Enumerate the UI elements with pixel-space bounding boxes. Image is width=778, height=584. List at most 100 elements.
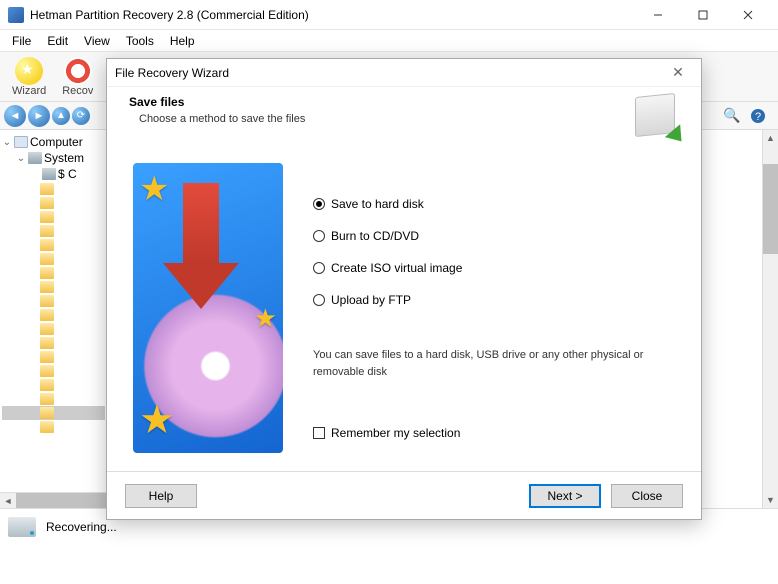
option-label: Create ISO virtual image	[331, 261, 462, 275]
wizard-options: Save to hard disk Burn to CD/DVD Create …	[313, 163, 681, 461]
tree-node-folder[interactable]	[2, 252, 105, 266]
toolbar-recover-button[interactable]: Recov	[54, 55, 101, 99]
scroll-up-arrow[interactable]: ▲	[763, 130, 778, 146]
wizard-titlebar: File Recovery Wizard ✕	[107, 59, 701, 87]
folder-tree: ⌄ Computer ⌄ System $ C	[0, 130, 108, 508]
tree-node-folder[interactable]	[2, 308, 105, 322]
tree-node-folder[interactable]	[2, 280, 105, 294]
tree-node-computer[interactable]: ⌄ Computer	[2, 134, 105, 150]
remember-label: Remember my selection	[331, 426, 460, 440]
option-burn-cd-dvd[interactable]: Burn to CD/DVD	[313, 229, 681, 243]
tree-node-drive-c[interactable]: $ C	[2, 166, 105, 182]
scroll-left-arrow[interactable]: ◄	[0, 493, 16, 508]
menubar: File Edit View Tools Help	[0, 30, 778, 52]
menu-file[interactable]: File	[4, 32, 39, 50]
radio-icon	[313, 198, 325, 210]
file-recovery-wizard-dialog: File Recovery Wizard ✕ Save files Choose…	[106, 58, 702, 520]
download-arrow-icon	[183, 183, 239, 309]
tree-node-system[interactable]: ⌄ System	[2, 150, 105, 166]
app-icon	[8, 7, 24, 23]
tree-node-folder[interactable]	[2, 196, 105, 210]
wizard-body: ★ ★ ★ Save to hard disk Burn to CD/DVD C…	[107, 153, 701, 471]
folder-icon	[40, 365, 54, 377]
tree-label: System	[44, 151, 84, 165]
tree-node-folder[interactable]	[2, 420, 105, 434]
maximize-button[interactable]	[680, 0, 725, 29]
vertical-scrollbar[interactable]: ▲ ▼	[762, 130, 778, 508]
button-label: Close	[632, 489, 663, 503]
star-icon: ★	[139, 169, 169, 209]
help-icon[interactable]: ?	[750, 108, 766, 124]
window-title: Hetman Partition Recovery 2.8 (Commercia…	[30, 8, 635, 22]
chevron-down-icon[interactable]: ⌄	[2, 137, 12, 148]
tree-label: Computer	[30, 135, 83, 149]
toolbar-wizard-label: Wizard	[12, 85, 46, 97]
nav-up-button[interactable]: ▲	[52, 107, 70, 125]
titlebar: Hetman Partition Recovery 2.8 (Commercia…	[0, 0, 778, 30]
tree-node-folder-selected[interactable]	[2, 406, 105, 420]
tree-node-folder[interactable]	[2, 322, 105, 336]
scroll-thumb[interactable]	[763, 164, 778, 254]
close-button[interactable]	[725, 0, 770, 29]
tree-node-folder[interactable]	[2, 266, 105, 280]
option-label: Burn to CD/DVD	[331, 229, 419, 243]
tree-node-folder[interactable]	[2, 294, 105, 308]
option-save-hard-disk[interactable]: Save to hard disk	[313, 197, 681, 211]
tree-node-folder[interactable]	[2, 210, 105, 224]
menu-tools[interactable]: Tools	[118, 32, 162, 50]
tree-label: $ C	[58, 167, 77, 181]
folder-icon	[40, 393, 54, 405]
folder-icon	[40, 267, 54, 279]
scroll-down-arrow[interactable]: ▼	[763, 492, 778, 508]
drive-icon	[42, 168, 56, 180]
radio-icon	[313, 230, 325, 242]
lifebuoy-icon	[64, 57, 92, 85]
tree-node-folder[interactable]	[2, 378, 105, 392]
tree-node-folder[interactable]	[2, 336, 105, 350]
menu-help[interactable]: Help	[162, 32, 203, 50]
tree-node-folder[interactable]	[2, 350, 105, 364]
hard-disk-icon	[635, 95, 685, 141]
chevron-down-icon[interactable]: ⌄	[16, 153, 26, 164]
toolbar-recover-label: Recov	[62, 85, 93, 97]
computer-icon	[14, 136, 28, 148]
close-button[interactable]: Close	[611, 484, 683, 508]
tree-node-folder[interactable]	[2, 364, 105, 378]
nav-refresh-button[interactable]: ⟳	[72, 107, 90, 125]
checkbox-icon	[313, 427, 325, 439]
folder-icon	[40, 239, 54, 251]
menu-edit[interactable]: Edit	[39, 32, 76, 50]
option-upload-ftp[interactable]: Upload by FTP	[313, 293, 681, 307]
menu-view[interactable]: View	[76, 32, 118, 50]
tree-node-folder[interactable]	[2, 224, 105, 238]
help-button[interactable]: Help	[125, 484, 197, 508]
folder-icon	[40, 295, 54, 307]
tree-node-folder[interactable]	[2, 392, 105, 406]
toolbar-wizard-button[interactable]: Wizard	[4, 55, 54, 99]
wizard-subheading: Choose a method to save the files	[129, 113, 635, 125]
wizard-header: Save files Choose a method to save the f…	[107, 87, 701, 153]
tree-node-folder[interactable]	[2, 238, 105, 252]
scroll-thumb[interactable]	[16, 493, 108, 508]
folder-icon	[40, 183, 54, 195]
scroll-track[interactable]	[16, 493, 108, 508]
radio-icon	[313, 262, 325, 274]
wizard-hint-text: You can save files to a hard disk, USB d…	[313, 347, 653, 380]
folder-icon	[40, 197, 54, 209]
folder-icon	[40, 351, 54, 363]
option-create-iso[interactable]: Create ISO virtual image	[313, 261, 681, 275]
option-label: Save to hard disk	[331, 197, 424, 211]
tree-node-folder[interactable]	[2, 182, 105, 196]
drive-icon	[28, 152, 42, 164]
next-button[interactable]: Next >	[529, 484, 601, 508]
search-icon[interactable]: 🔍	[724, 108, 740, 124]
folder-icon	[40, 323, 54, 335]
folder-icon	[40, 337, 54, 349]
status-text: Recovering...	[46, 520, 117, 534]
nav-back-button[interactable]: ◄	[4, 105, 26, 127]
wizard-close-button[interactable]: ✕	[663, 64, 693, 81]
remember-selection-checkbox[interactable]: Remember my selection	[313, 426, 681, 440]
nav-forward-button[interactable]: ►	[28, 105, 50, 127]
tree-horizontal-scrollbar[interactable]: ◄ ►	[0, 492, 108, 508]
minimize-button[interactable]	[635, 0, 680, 29]
